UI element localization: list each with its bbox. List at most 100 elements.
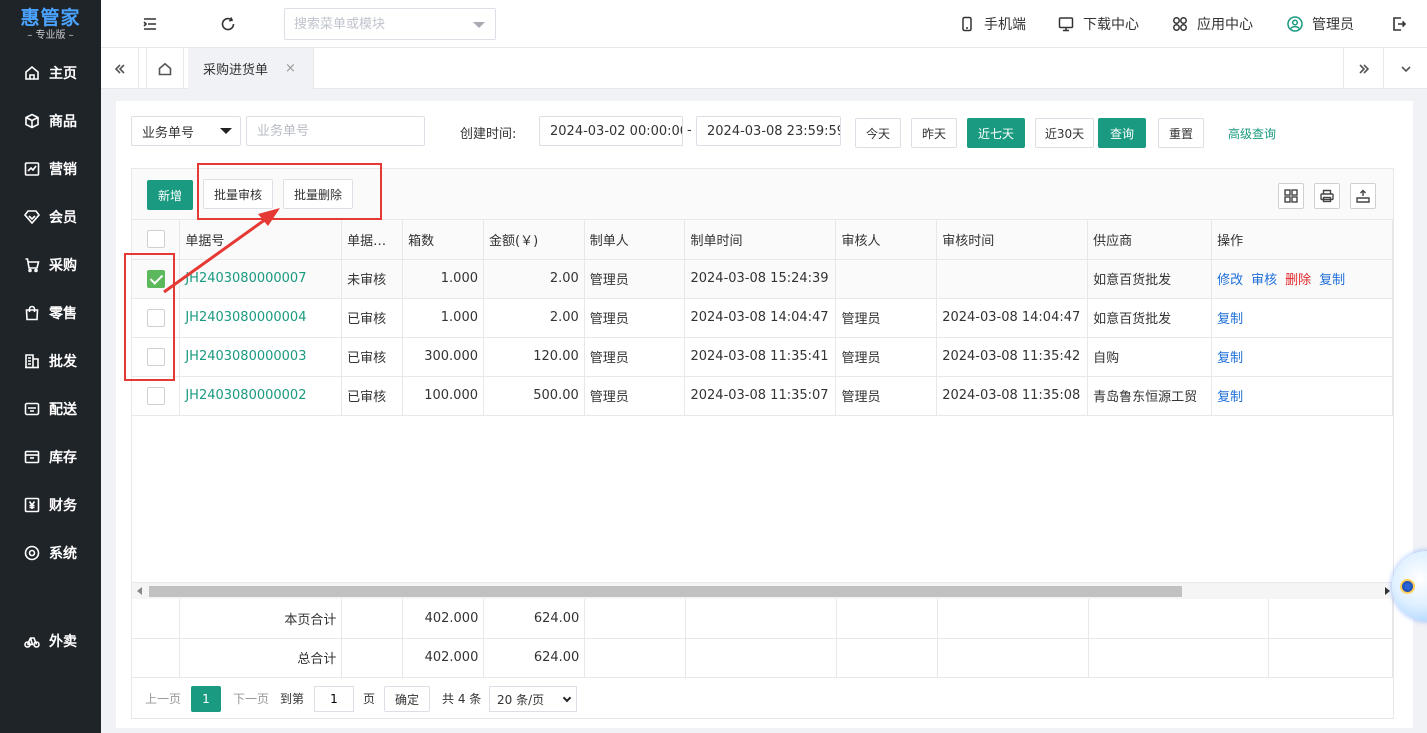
today-button[interactable]: 今天 xyxy=(855,118,901,148)
order-no-link[interactable]: JH2403080000007 xyxy=(179,259,343,299)
goto-page-input[interactable] xyxy=(314,686,354,712)
menu-search[interactable] xyxy=(284,8,496,40)
tabs-scroll-right-icon[interactable] xyxy=(1343,48,1384,89)
row-checkbox[interactable] xyxy=(146,308,165,327)
row-select-cell[interactable] xyxy=(132,298,181,338)
table-row[interactable]: JH2403080000003 已审核 300.000 120.00 管理员 2… xyxy=(132,337,1393,377)
col-status[interactable]: 单据… xyxy=(341,220,404,260)
sidebar-item-delivery[interactable]: 配送 xyxy=(0,389,101,429)
field-select[interactable]: 业务单号 xyxy=(131,116,241,146)
horizontal-scrollbar[interactable] xyxy=(132,582,1393,599)
audit-time-cell: 2024-03-08 14:04:47 xyxy=(936,298,1089,338)
mobile-link-label: 手机端 xyxy=(984,17,1026,33)
col-supplier[interactable]: 供应商 xyxy=(1087,220,1213,260)
order-no-input[interactable] xyxy=(246,116,425,146)
table-row[interactable]: JH2403080000002 已审核 100.000 500.00 管理员 2… xyxy=(132,376,1393,416)
col-created-time[interactable]: 制单时间 xyxy=(684,220,837,260)
menu-search-input[interactable] xyxy=(285,9,465,39)
row-select-cell[interactable] xyxy=(132,337,181,377)
select-all-cell[interactable] xyxy=(132,220,181,260)
scroll-right-arrow-icon[interactable] xyxy=(1385,587,1390,595)
col-order-no[interactable]: 单据号 xyxy=(179,220,343,260)
refresh-icon[interactable] xyxy=(218,14,238,34)
col-auditor[interactable]: 审核人 xyxy=(835,220,938,260)
copy-link[interactable]: 复制 xyxy=(1217,312,1243,327)
scrollbar-thumb[interactable] xyxy=(149,586,1182,597)
export-icon[interactable] xyxy=(1350,183,1376,209)
copy-link[interactable]: 复制 xyxy=(1217,390,1243,405)
sidebar-item-wholesale[interactable]: 批发 xyxy=(0,341,101,381)
last-7-days-button[interactable]: 近七天 xyxy=(967,118,1025,148)
col-boxes[interactable]: 箱数 xyxy=(402,220,484,260)
reset-button[interactable]: 重置 xyxy=(1158,118,1204,148)
next-page-button[interactable]: 下一页 xyxy=(233,690,269,707)
close-icon[interactable]: × xyxy=(285,61,296,76)
download-center-link[interactable]: 下载中心 xyxy=(1057,14,1139,34)
row-checkbox[interactable] xyxy=(146,269,165,288)
goto-confirm-button[interactable]: 确定 xyxy=(384,686,430,712)
auditor-cell: 管理员 xyxy=(835,376,938,416)
row-checkbox[interactable] xyxy=(146,347,165,366)
scroll-left-arrow-icon[interactable] xyxy=(137,587,142,595)
print-icon[interactable] xyxy=(1314,183,1340,209)
delete-link[interactable]: 删除 xyxy=(1285,273,1311,288)
logo: 惠管家 – 专业版 – xyxy=(0,0,101,48)
home-tab-icon[interactable] xyxy=(146,48,184,89)
sidebar-item-goods[interactable]: 商品 xyxy=(0,101,101,141)
table-row[interactable]: JH2403080000004 已审核 1.000 2.00 管理员 2024-… xyxy=(132,298,1393,338)
sidebar-item-finance[interactable]: 财务 xyxy=(0,485,101,525)
last-30-days-button[interactable]: 近30天 xyxy=(1035,118,1094,148)
chevron-down-icon[interactable] xyxy=(473,22,485,28)
add-button[interactable]: 新增 xyxy=(147,180,193,210)
order-no-link[interactable]: JH2403080000004 xyxy=(179,298,343,338)
batch-audit-button[interactable]: 批量审核 xyxy=(203,179,273,209)
amount-cell: 2.00 xyxy=(483,298,585,338)
logo-subtitle: – 专业版 – xyxy=(27,29,74,41)
tabs-scroll-left-icon[interactable] xyxy=(101,48,139,89)
date-start-input[interactable] xyxy=(539,116,683,146)
date-end-input[interactable] xyxy=(696,116,841,146)
table-row[interactable]: JH2403080000007 未审核 1.000 2.00 管理员 2024-… xyxy=(132,259,1393,299)
tabs-dropdown-icon[interactable] xyxy=(1384,48,1427,89)
user-menu[interactable]: 管理员 xyxy=(1286,14,1354,34)
mobile-link[interactable]: 手机端 xyxy=(958,14,1026,34)
audit-link[interactable]: 审核 xyxy=(1251,273,1277,288)
sidebar-item-inventory[interactable]: 库存 xyxy=(0,437,101,477)
menu-collapse-icon[interactable] xyxy=(140,14,160,34)
page-size-select[interactable]: 20 条/页 xyxy=(489,686,577,712)
page-total-amount: 624.00 xyxy=(483,599,586,639)
page-total-boxes: 402.000 xyxy=(402,599,485,639)
sidebar-item-system[interactable]: 系统 xyxy=(0,533,101,573)
prev-page-button[interactable]: 上一页 xyxy=(145,690,181,707)
sidebar-item-member[interactable]: 会员 xyxy=(0,197,101,237)
advanced-query-link[interactable]: 高级查询 xyxy=(1228,125,1276,142)
copy-link[interactable]: 复制 xyxy=(1319,273,1345,288)
row-checkbox[interactable] xyxy=(146,386,165,405)
tab-purchase-order[interactable]: 采购进货单 × xyxy=(188,48,314,89)
select-all-checkbox[interactable] xyxy=(146,230,165,249)
current-page[interactable]: 1 xyxy=(191,686,221,712)
query-button[interactable]: 查询 xyxy=(1098,118,1146,148)
col-amount[interactable]: 金额(￥) xyxy=(483,220,585,260)
yesterday-button[interactable]: 昨天 xyxy=(911,118,957,148)
order-no-link[interactable]: JH2403080000003 xyxy=(179,337,343,377)
col-audit-time[interactable]: 审核时间 xyxy=(936,220,1089,260)
sidebar-item-takeout[interactable]: 外卖 xyxy=(0,621,101,661)
edit-link[interactable]: 修改 xyxy=(1217,273,1243,288)
sidebar-item-marketing[interactable]: 营销 xyxy=(0,149,101,189)
row-select-cell[interactable] xyxy=(132,259,181,299)
app-center-link[interactable]: 应用中心 xyxy=(1171,14,1253,34)
sidebar-item-retail[interactable]: 零售 xyxy=(0,293,101,333)
order-no-link[interactable]: JH2403080000002 xyxy=(179,376,343,416)
cart-icon xyxy=(24,257,40,273)
col-creator[interactable]: 制单人 xyxy=(584,220,686,260)
sidebar-item-home[interactable]: 主页 xyxy=(0,53,101,93)
user-avatar-icon xyxy=(1286,15,1304,33)
copy-link[interactable]: 复制 xyxy=(1217,351,1243,366)
row-select-cell[interactable] xyxy=(132,376,181,416)
logout-icon[interactable] xyxy=(1389,14,1409,34)
columns-icon[interactable] xyxy=(1278,183,1304,209)
sidebar-item-purchase[interactable]: 采购 xyxy=(0,245,101,285)
batch-delete-button[interactable]: 批量删除 xyxy=(283,179,353,209)
sidebar-item-label: 采购 xyxy=(49,258,77,274)
